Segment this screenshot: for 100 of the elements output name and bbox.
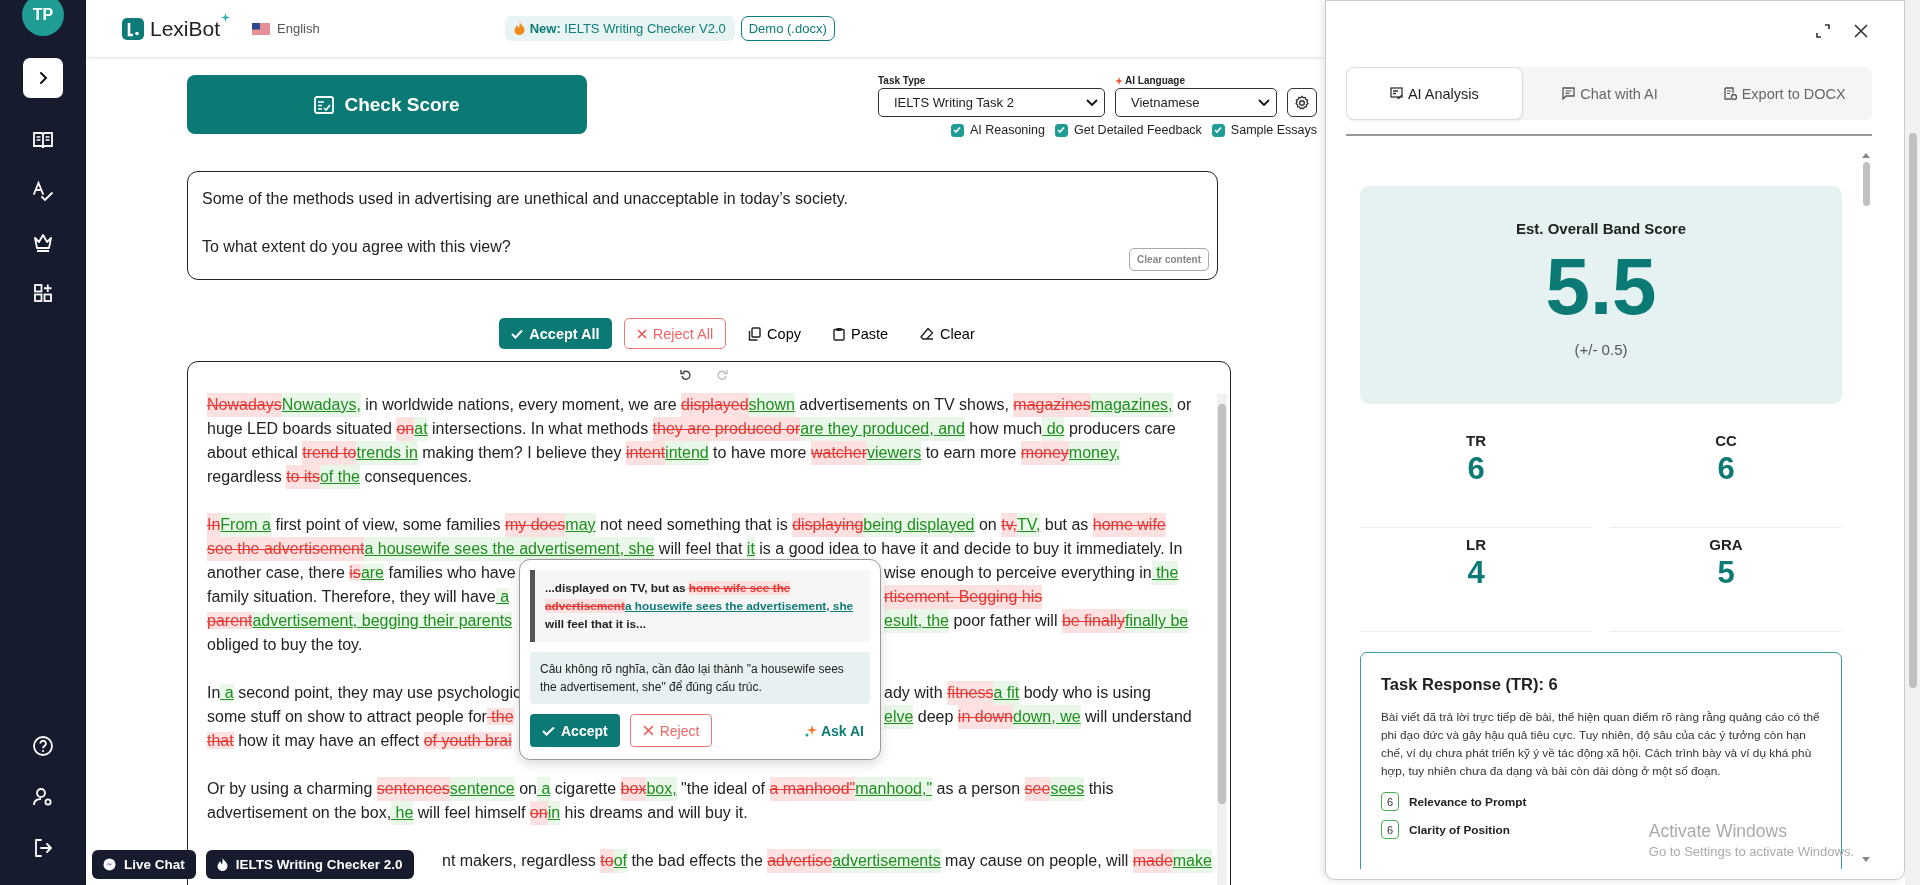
crown-icon[interactable] bbox=[32, 231, 54, 253]
inserted-text[interactable]: a bbox=[495, 588, 510, 605]
inserted-text[interactable]: intend bbox=[665, 441, 709, 465]
scroll-up-icon[interactable] bbox=[1862, 152, 1870, 158]
inserted-text[interactable]: box, bbox=[646, 777, 677, 801]
deleted-text[interactable]: made bbox=[1132, 849, 1173, 873]
deleted-text[interactable]: displayed bbox=[681, 393, 749, 417]
deleted-text[interactable]: that bbox=[207, 732, 234, 749]
language-selector[interactable]: English bbox=[252, 21, 320, 36]
inserted-text[interactable]: he bbox=[391, 801, 414, 825]
accept-button[interactable]: Accept All bbox=[499, 318, 612, 349]
live-chat-button[interactable]: Live Chat bbox=[92, 850, 196, 879]
inserted-text[interactable]: do bbox=[1042, 417, 1065, 441]
deleted-text[interactable]: a manhood" bbox=[769, 777, 856, 801]
inserted-text[interactable]: TV, bbox=[1016, 513, 1041, 537]
essay-editor[interactable] bbox=[187, 361, 1231, 885]
inserted-text[interactable]: at bbox=[414, 417, 428, 441]
deleted-text[interactable]: watcher bbox=[810, 441, 867, 465]
undo-icon[interactable] bbox=[680, 369, 692, 381]
ai-language-select[interactable]: Vietnamese bbox=[1115, 88, 1277, 117]
inserted-text[interactable]: money, bbox=[1068, 441, 1121, 465]
help-icon[interactable] bbox=[32, 735, 54, 757]
deleted-text[interactable]: box bbox=[620, 777, 647, 801]
deleted-text[interactable]: parent bbox=[207, 612, 253, 629]
inserted-text[interactable]: sees bbox=[1050, 777, 1085, 801]
inserted-text[interactable]: trends in bbox=[356, 441, 418, 465]
settings-button[interactable] bbox=[1287, 88, 1317, 117]
user-avatar[interactable]: TP bbox=[22, 0, 64, 36]
deleted-text[interactable]: Nowadays bbox=[207, 393, 282, 417]
inserted-text[interactable]: magazines, bbox=[1090, 393, 1173, 417]
panel-tab[interactable]: AI Analysis bbox=[1346, 67, 1523, 120]
task-type-select[interactable]: IELTS Writing Task 2 bbox=[878, 88, 1105, 117]
deleted-text[interactable]: on bbox=[396, 417, 415, 441]
deleted-text[interactable]: tv, bbox=[1001, 513, 1017, 537]
logo-text[interactable]: LexiBot bbox=[150, 16, 221, 41]
clear-button[interactable]: Clear bbox=[910, 318, 985, 349]
deleted-text[interactable]: the bbox=[486, 708, 514, 725]
expand-icon[interactable] bbox=[1816, 24, 1830, 38]
paste-button[interactable]: Paste bbox=[822, 318, 899, 349]
deleted-text[interactable]: my does bbox=[504, 513, 566, 537]
panel-tab[interactable]: Export to DOCX bbox=[1697, 67, 1872, 120]
deleted-text[interactable]: to its bbox=[286, 465, 320, 489]
inserted-text[interactable]: sentence bbox=[449, 777, 515, 801]
reject-button[interactable]: Reject All bbox=[623, 318, 727, 349]
deleted-text[interactable]: is bbox=[349, 564, 361, 581]
inserted-text[interactable]: being displayed bbox=[863, 513, 975, 537]
deleted-text[interactable]: be finally bbox=[1061, 609, 1126, 633]
inserted-text[interactable]: a bbox=[537, 777, 551, 801]
copy-button[interactable]: Copy bbox=[738, 318, 811, 349]
scrollbar[interactable] bbox=[1217, 394, 1227, 885]
user-settings-icon[interactable] bbox=[32, 786, 54, 808]
checkbox[interactable] bbox=[1055, 123, 1068, 137]
inserted-text[interactable]: From a bbox=[220, 513, 271, 537]
deleted-text[interactable]: of youth brai bbox=[423, 732, 512, 749]
deleted-text[interactable]: they are produced or bbox=[652, 417, 801, 441]
promo-badge[interactable]: New: IELTS Writing Checker V2.0 bbox=[504, 16, 735, 41]
deleted-text[interactable]: rtisement. Begging his bbox=[884, 585, 1043, 609]
book-icon[interactable] bbox=[32, 129, 54, 151]
inserted-text[interactable]: esult, the bbox=[884, 609, 949, 633]
inserted-text[interactable]: may bbox=[565, 513, 596, 537]
inserted-text[interactable]: are they produced, and bbox=[800, 417, 965, 441]
deleted-text[interactable]: home wife bbox=[1092, 513, 1166, 537]
inserted-text[interactable]: advertisement, begging their parents bbox=[252, 612, 513, 629]
deleted-text[interactable]: in down bbox=[957, 705, 1013, 729]
deleted-text[interactable]: on bbox=[529, 801, 548, 825]
scrollbar-thumb[interactable] bbox=[1908, 133, 1917, 688]
checkbox[interactable] bbox=[950, 123, 964, 137]
deleted-text[interactable]: see the advertisement bbox=[207, 537, 365, 561]
deleted-text[interactable]: see bbox=[1024, 777, 1051, 801]
deleted-text[interactable]: displaying bbox=[792, 513, 864, 537]
page-scrollbar[interactable] bbox=[1905, 0, 1920, 885]
deleted-text[interactable]: advertise bbox=[767, 849, 833, 873]
accept-button[interactable]: Accept bbox=[530, 714, 620, 747]
close-icon[interactable] bbox=[1854, 24, 1868, 38]
check-score-button[interactable]: Check Score bbox=[187, 75, 587, 134]
deleted-text[interactable]: In bbox=[207, 513, 221, 537]
inserted-text[interactable]: make bbox=[1172, 849, 1212, 873]
inserted-text[interactable]: Nowadays, bbox=[281, 393, 361, 417]
inserted-text[interactable]: advertisements bbox=[832, 849, 941, 873]
panel-tab[interactable]: Chat with AI bbox=[1522, 67, 1698, 120]
scroll-down-icon[interactable] bbox=[1862, 857, 1870, 863]
inserted-text[interactable]: a housewife sees the advertisement, she bbox=[364, 537, 655, 561]
inserted-text[interactable]: a fit bbox=[993, 681, 1020, 705]
inserted-text[interactable]: the bbox=[1151, 561, 1179, 585]
app-badge-button[interactable]: IELTS Writing Checker 2.0 bbox=[205, 850, 414, 879]
deleted-text[interactable]: money bbox=[1020, 441, 1069, 465]
inserted-text[interactable]: manhood," bbox=[855, 777, 933, 801]
prompt-box[interactable]: Some of the methods used in advertising are unethical and unacceptable in today’s society. To what extent do you agree with this view? Clear content bbox=[187, 171, 1218, 280]
reject-button[interactable]: Reject bbox=[629, 714, 713, 747]
inserted-text[interactable]: finally be bbox=[1125, 609, 1189, 633]
clear-content-button[interactable]: Clear content bbox=[1129, 248, 1209, 271]
expand-sidebar-button[interactable] bbox=[23, 58, 63, 98]
deleted-text[interactable]: to bbox=[600, 849, 614, 873]
deleted-text[interactable]: intent bbox=[625, 441, 666, 465]
deleted-text[interactable]: trend to bbox=[302, 441, 357, 465]
demo-button[interactable]: Demo (.docx) bbox=[740, 16, 835, 41]
inserted-text[interactable]: are bbox=[360, 564, 384, 581]
inserted-text[interactable]: viewers bbox=[867, 441, 922, 465]
inserted-text[interactable]: of the bbox=[319, 465, 360, 489]
deleted-text[interactable]: sentences bbox=[376, 777, 450, 801]
